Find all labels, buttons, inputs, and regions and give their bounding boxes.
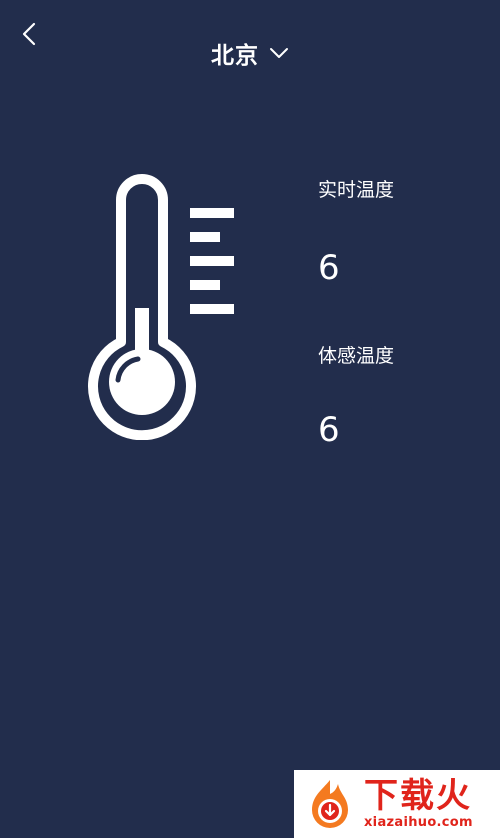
- flame-logo-icon: [312, 780, 348, 828]
- realtime-temp-value: 6: [318, 248, 340, 288]
- watermark-text: 下载火 xiazaihuo.com: [364, 779, 473, 829]
- city-name: 北京: [211, 43, 259, 69]
- thermometer-icon: [88, 174, 234, 440]
- feels-like-temp-label: 体感温度: [318, 345, 395, 367]
- watermark-url: xiazaihuo.com: [364, 815, 473, 830]
- realtime-temp-label: 实时温度: [318, 179, 395, 201]
- feels-like-temp-value: 6: [318, 410, 340, 450]
- chevron-down-icon: [270, 48, 288, 58]
- city-selector[interactable]: 北京: [0, 36, 500, 70]
- watermark-title: 下载火: [364, 776, 472, 816]
- watermark: 下载火 xiazaihuo.com: [294, 770, 500, 838]
